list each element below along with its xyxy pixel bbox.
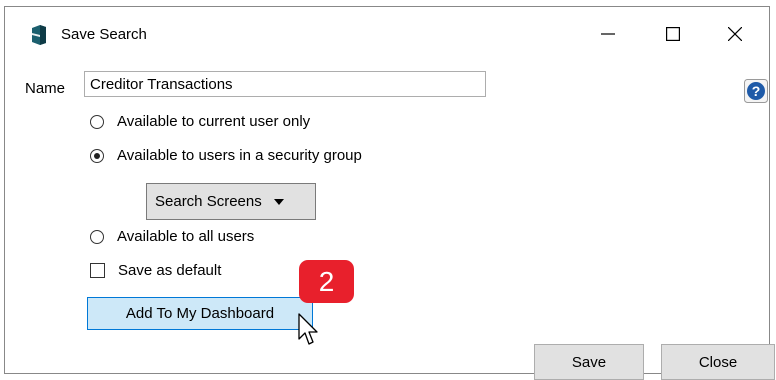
close-window-button[interactable] <box>715 17 755 51</box>
save-search-dialog: Save Search Name ? Available to current … <box>4 6 775 380</box>
save-default-label: Save as default <box>118 262 222 279</box>
step-badge: 2 <box>299 260 354 303</box>
database-icon <box>32 25 46 45</box>
add-to-dashboard-button[interactable]: Add To My Dashboard <box>87 297 313 330</box>
save-default-checkbox[interactable] <box>90 263 105 278</box>
title-bar[interactable]: Save Search <box>5 7 769 61</box>
close-button[interactable]: Close <box>661 344 775 380</box>
radio-all-users[interactable] <box>90 229 104 244</box>
save-button[interactable]: Save <box>534 344 644 380</box>
maximize-icon <box>666 27 680 41</box>
option-current-user[interactable]: Available to current user only <box>90 113 310 130</box>
name-field[interactable] <box>84 71 486 97</box>
option-all-users[interactable]: Available to all users <box>90 228 254 245</box>
name-label: Name <box>25 80 66 97</box>
close-icon <box>728 27 742 41</box>
save-default-option[interactable]: Save as default <box>90 262 221 279</box>
mouse-pointer-icon <box>298 313 318 345</box>
help-icon[interactable]: ? <box>744 79 768 103</box>
security-group-value: Search Screens <box>155 193 262 210</box>
option-security-group-label: Available to users in a security group <box>117 147 362 164</box>
window-title: Save Search <box>61 26 147 43</box>
maximize-button[interactable] <box>653 17 693 51</box>
option-current-user-label: Available to current user only <box>117 113 311 130</box>
option-security-group[interactable]: Available to users in a security group <box>90 147 362 164</box>
radio-current-user[interactable] <box>90 114 104 129</box>
minimize-button[interactable] <box>588 17 628 51</box>
dropdown-arrow-icon <box>273 198 284 205</box>
minimize-icon <box>601 33 615 35</box>
radio-security-group[interactable] <box>90 148 104 163</box>
svg-text:?: ? <box>752 83 761 99</box>
security-group-dropdown[interactable]: Search Screens <box>146 183 316 220</box>
option-all-users-label: Available to all users <box>117 228 255 245</box>
